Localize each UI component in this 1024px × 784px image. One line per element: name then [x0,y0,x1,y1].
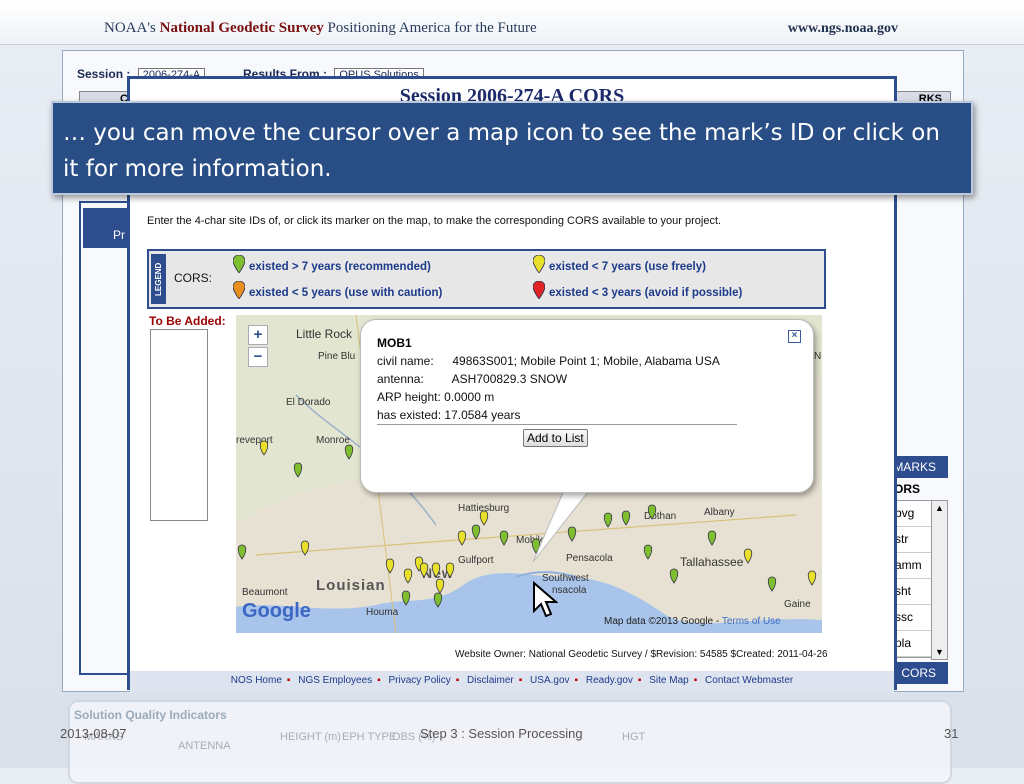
brand-prefix: NOAA's [104,20,156,36]
map-label: Hattiesburg [458,503,510,514]
cors-list-scrollbar[interactable]: ▲ ▼ [931,500,948,660]
brand-tagline: Positioning America for the Future [327,20,537,36]
google-logo: Google [242,600,311,622]
instruction-text: Enter the 4-char site IDs of, or click i… [147,215,722,227]
map-label: Gaine [784,599,811,610]
civil-name-value: 49863S001; Mobile Point 1; Mobile, Alaba… [452,354,720,368]
red-pin-icon [533,281,545,299]
map-attribution: Map data ©2013 Google - Terms of Use [604,616,781,627]
existed-value: 17.0584 years [444,408,521,422]
existed-row: has existed: 17.0584 years [377,408,521,422]
footer-link[interactable]: Contact Webmaster [705,675,793,686]
map-label: Louisian [316,577,386,594]
column-header: HGT [622,731,646,743]
footer-link[interactable]: NGS Employees [298,675,372,686]
mouse-cursor-icon [533,581,558,618]
footer-links: NOS Home ▪ NGS Employees ▪ Privacy Policy ▪… [130,671,894,693]
footer-link[interactable]: NOS Home [231,675,282,686]
legend-label: CORS: [174,271,213,285]
slide-number: 31 [944,726,959,741]
slide-date: 2013-08-07 [60,726,127,741]
orange-pin-icon [233,281,245,299]
mark-id: MOB1 [377,336,412,350]
map-label: N [814,351,822,362]
footer-link[interactable]: Disclaimer [467,675,514,686]
scroll-down-icon[interactable]: ▼ [932,645,947,659]
marker-info-popup: × MOB1 civil name: 49863S001; Mobile Poi… [360,319,814,493]
map-label: El Dorado [286,397,331,408]
ngs-url[interactable]: www.ngs.noaa.gov [788,21,898,37]
callout-box: … you can move the cursor over a map ico… [51,101,973,195]
column-header: EPH TYPE [342,731,397,743]
divider [377,424,737,425]
scroll-up-icon[interactable]: ▲ [932,501,947,515]
session-label: Session : [77,67,131,81]
map-label: Gulfport [458,555,494,566]
map-label: Pine Blu [318,351,356,362]
ngs-brand: NOAA's National Geodetic Survey Position… [104,20,537,37]
footer-link[interactable]: Privacy Policy [388,675,450,686]
map-label: Houma [366,607,399,618]
legend: LEGEND CORS: existed > 7 years (recommen… [147,249,826,309]
map-label: reveport [236,435,273,446]
yellow-pin-icon [533,255,545,273]
terms-of-use-link[interactable]: Terms of Use [722,616,781,627]
to-be-added-label: To Be Added: [149,314,226,328]
green-pin-icon [233,255,245,273]
map-label: New [422,565,454,581]
slide-header: NOAA's National Geodetic Survey Position… [0,0,1024,45]
arp-row: ARP height: 0.0000 m [377,390,495,404]
website-owner: Website Owner: National Geodetic Survey … [455,649,828,660]
column-header: ANTENNA [178,740,231,752]
map-label: Tallahassee [680,555,744,569]
process-tab[interactable]: Pr [83,208,129,248]
zoom-in-button[interactable]: + [248,325,268,345]
left-frame [79,201,133,675]
arp-value: 0.0000 m [444,390,495,404]
map-label: Monroe [316,435,350,446]
zoom-out-button[interactable]: − [248,347,268,367]
add-to-list-button[interactable]: Add to List [523,429,588,447]
close-icon[interactable]: × [788,330,801,343]
footer-link[interactable]: USA.gov [530,675,569,686]
map-label: Little Rock [296,327,353,341]
map-label: Beaumont [242,587,288,598]
brand-name: National Geodetic Survey [159,20,324,36]
antenna-row: antenna: ASH700829.3 SNOW [377,372,568,386]
to-be-added-list[interactable] [150,329,208,521]
legend-item: existed > 7 years (recommended) [233,255,431,273]
legend-item: existed < 7 years (use freely) [533,255,706,273]
legend-item: existed < 5 years (use with caution) [233,281,442,299]
footer-link[interactable]: Ready.gov [586,675,633,686]
antenna-value: ASH700829.3 SNOW [451,372,568,386]
legend-item: existed < 3 years (avoid if possible) [533,281,742,299]
footer-link[interactable]: Site Map [649,675,688,686]
civil-name-row: civil name: 49863S001; Mobile Point 1; M… [377,354,720,368]
popup-tail [532,486,593,563]
solution-quality-title: Solution Quality Indicators [74,708,227,722]
map-label: Albany [704,507,735,518]
slide-footer-title: Step 3 : Session Processing [420,726,583,741]
map-label: Dothan [644,511,677,522]
legend-tag: LEGEND [151,254,166,304]
column-header: HEIGHT (m) [280,731,341,743]
